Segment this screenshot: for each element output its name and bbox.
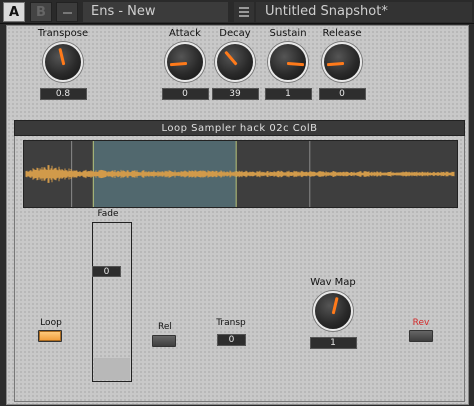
transp-value[interactable]: 0 bbox=[217, 334, 246, 346]
sustain-control: Sustain 1 bbox=[258, 27, 318, 100]
fade-label: Fade bbox=[97, 209, 119, 219]
knob-pointer bbox=[58, 48, 66, 66]
wav-map-label: Wav Map bbox=[310, 277, 356, 288]
wav-map-value[interactable]: 1 bbox=[309, 337, 357, 349]
sustain-value[interactable]: 1 bbox=[264, 88, 312, 100]
top-bar: A B Ens - New Untitled Snapshot* bbox=[0, 0, 474, 24]
fade-slider[interactable] bbox=[92, 222, 132, 382]
decay-value[interactable]: 39 bbox=[211, 88, 259, 100]
transpose-knob[interactable] bbox=[43, 42, 83, 82]
ensemble-preset-name[interactable]: Ens - New bbox=[83, 2, 228, 22]
decay-knob[interactable] bbox=[215, 42, 255, 82]
knob-pointer bbox=[224, 50, 238, 66]
rel-label: Rel bbox=[158, 322, 172, 332]
transpose-control: Transpose 0.8 bbox=[33, 27, 93, 100]
transpose-value[interactable]: 0.8 bbox=[39, 88, 87, 100]
minus-icon bbox=[63, 12, 72, 14]
snapshot-a-button[interactable]: A bbox=[3, 2, 25, 22]
snapshot-name[interactable]: Untitled Snapshot* bbox=[256, 2, 472, 22]
wav-map-knob[interactable] bbox=[313, 291, 353, 331]
remove-preset-button[interactable] bbox=[56, 2, 78, 22]
knob-pointer bbox=[326, 61, 345, 67]
loop-toggle[interactable] bbox=[38, 330, 62, 342]
waveform-svg bbox=[25, 141, 455, 207]
knob-pointer bbox=[331, 297, 339, 315]
waveform-trace bbox=[25, 165, 455, 183]
rev-label: Rev bbox=[412, 318, 430, 328]
attack-knob[interactable] bbox=[165, 42, 205, 82]
loop-label: Loop bbox=[40, 318, 62, 328]
knob-pointer bbox=[169, 61, 188, 67]
wav-map-control: Wav Map 1 bbox=[303, 276, 363, 349]
decay-control: Decay 39 bbox=[205, 27, 265, 100]
release-value[interactable]: 0 bbox=[318, 88, 366, 100]
rev-toggle[interactable] bbox=[409, 330, 433, 342]
sustain-label: Sustain bbox=[269, 28, 307, 39]
rel-toggle[interactable] bbox=[152, 335, 176, 347]
release-knob[interactable] bbox=[322, 42, 362, 82]
sustain-knob[interactable] bbox=[268, 42, 308, 82]
sampler-title: Loop Sampler hack 02c ColB bbox=[14, 120, 465, 136]
transpose-label: Transpose bbox=[37, 28, 89, 39]
fade-value[interactable]: 0 bbox=[92, 266, 121, 277]
instrument-panel: Transpose 0.8 Attack 0 Decay 39 Sustain … bbox=[6, 25, 469, 405]
knob-pointer bbox=[286, 61, 305, 67]
fade-slider-fill bbox=[94, 357, 130, 380]
release-control: Release 0 bbox=[312, 27, 372, 100]
waveform-display[interactable] bbox=[23, 140, 458, 208]
attack-value[interactable]: 0 bbox=[161, 88, 209, 100]
snapshot-b-button[interactable]: B bbox=[30, 2, 52, 22]
transp-label: Transp bbox=[216, 318, 246, 328]
decay-label: Decay bbox=[219, 28, 251, 39]
snapshot-list-button[interactable] bbox=[234, 2, 254, 22]
release-label: Release bbox=[322, 28, 362, 39]
